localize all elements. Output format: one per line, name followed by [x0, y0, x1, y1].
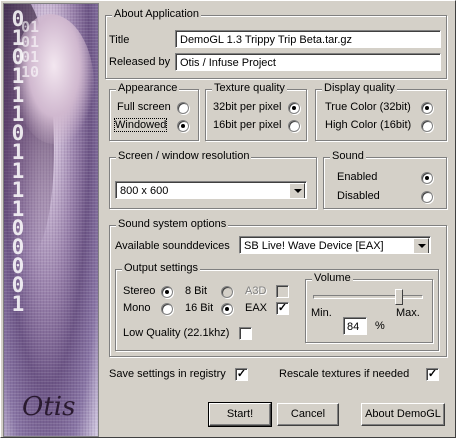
released-by-field[interactable]: Otis / Infuse Project	[175, 53, 441, 71]
mono-label[interactable]: Mono	[123, 302, 151, 314]
mono-radio[interactable]	[161, 303, 173, 315]
a3d-label: A3D	[245, 285, 267, 297]
rescale-textures-label[interactable]: Rescale textures if needed	[279, 368, 409, 380]
volume-slider-thumb[interactable]	[395, 289, 403, 305]
display-quality-group: Display quality	[315, 82, 447, 141]
low-quality-label[interactable]: Low Quality (22.1khz)	[123, 327, 229, 339]
full-screen-label[interactable]: Full screen	[117, 101, 171, 113]
volume-slider-track[interactable]	[313, 295, 423, 299]
demogl-launcher-window: 0101110111100001 01010110 Otis About App…	[0, 0, 456, 438]
otis-logo: Otis	[22, 392, 76, 422]
sound-enabled-label[interactable]: Enabled	[337, 171, 377, 183]
output-settings-legend: Output settings	[122, 262, 200, 274]
stereo-radio[interactable]	[161, 286, 173, 298]
about-demogl-button[interactable]: About DemoGL	[361, 403, 445, 426]
a3d-checkbox[interactable]	[276, 285, 289, 298]
about-application-legend: About Application	[112, 8, 202, 20]
windowed-radio[interactable]	[177, 120, 189, 132]
appearance-legend: Appearance	[116, 82, 180, 94]
display-quality-legend: Display quality	[322, 82, 397, 94]
sound-legend: Sound	[330, 150, 366, 162]
volume-max-label: Max.	[396, 307, 420, 319]
volume-min-label: Min.	[311, 307, 332, 319]
banner-binary-text-2: 01010110	[20, 18, 40, 81]
title-field[interactable]: DemoGL 1.3 Trippy Trip Beta.tar.gz	[175, 30, 441, 48]
resolution-legend: Screen / window resolution	[116, 150, 252, 162]
texture-quality-group: Texture quality	[205, 82, 307, 141]
true-color-label[interactable]: True Color (32bit)	[325, 101, 411, 113]
volume-percent-field[interactable]: 84	[343, 317, 367, 335]
texture-quality-legend: Texture quality	[212, 82, 287, 94]
eax-label[interactable]: EAX	[245, 302, 267, 314]
save-settings-registry-checkbox[interactable]: ✓	[235, 368, 248, 381]
high-color-radio[interactable]	[421, 120, 433, 132]
title-label: Title	[109, 34, 130, 46]
save-settings-registry-label[interactable]: Save settings in registry	[109, 368, 226, 380]
16bit-radio[interactable]	[221, 303, 233, 315]
sound-enabled-radio[interactable]	[421, 172, 433, 184]
banner-image: 0101110111100001 01010110 Otis	[3, 3, 99, 437]
volume-percent-unit: %	[375, 320, 385, 332]
appearance-group: Appearance	[109, 82, 199, 141]
16bit-label[interactable]: 16 Bit	[185, 302, 213, 314]
resolution-select[interactable]: 800 x 600	[115, 181, 307, 199]
released-by-label: Released by	[109, 56, 171, 68]
true-color-radio[interactable]	[421, 102, 433, 114]
texture-16bit-label[interactable]: 16bit per pixel	[213, 119, 282, 131]
windowed-label[interactable]: Windowed	[113, 118, 168, 132]
sounddevice-select[interactable]: SB Live! Wave Device [EAX]	[239, 236, 431, 254]
resolution-dropdown-arrow-icon[interactable]	[289, 183, 305, 198]
high-color-label[interactable]: High Color (16bit)	[325, 119, 411, 131]
low-quality-checkbox[interactable]	[239, 327, 252, 340]
eax-checkbox[interactable]: ✓	[276, 302, 289, 315]
start-button[interactable]: Start!	[208, 402, 272, 427]
full-screen-radio[interactable]	[177, 102, 189, 114]
stereo-label[interactable]: Stereo	[123, 285, 155, 297]
sound-disabled-radio[interactable]	[421, 191, 433, 203]
sound-system-options-legend: Sound system options	[116, 218, 229, 230]
texture-32bit-label[interactable]: 32bit per pixel	[213, 101, 282, 113]
sound-disabled-label[interactable]: Disabled	[337, 190, 380, 202]
8bit-label[interactable]: 8 Bit	[185, 285, 207, 297]
8bit-radio[interactable]	[221, 286, 233, 298]
rescale-textures-checkbox[interactable]: ✓	[426, 368, 439, 381]
texture-32bit-radio[interactable]	[288, 102, 300, 114]
texture-16bit-radio[interactable]	[288, 120, 300, 132]
available-sounddevices-label: Available sounddevices	[115, 240, 230, 252]
sounddevice-value: SB Live! Wave Device [EAX]	[244, 240, 384, 252]
sounddevice-dropdown-arrow-icon[interactable]	[413, 238, 429, 253]
resolution-value: 800 x 600	[120, 185, 169, 197]
volume-legend: Volume	[312, 272, 353, 284]
cancel-button[interactable]: Cancel	[277, 403, 339, 426]
